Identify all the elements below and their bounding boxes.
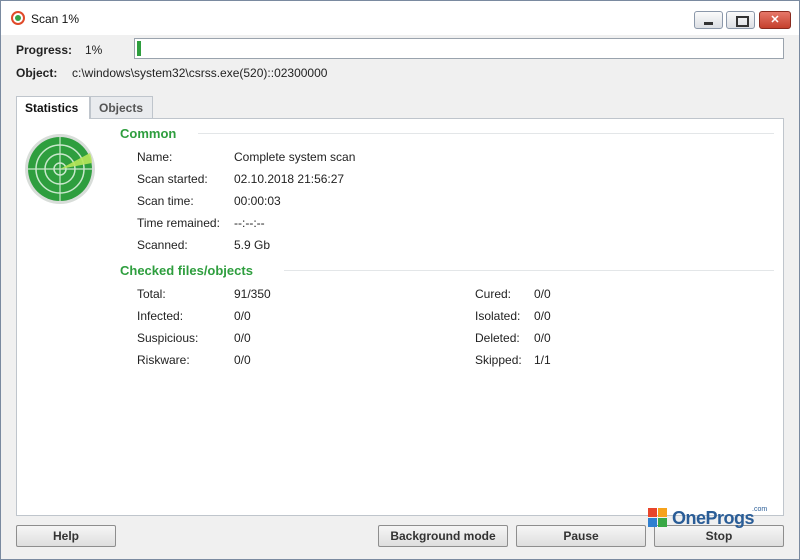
time-remained-label: Time remained: [137,216,220,230]
close-button[interactable]: ✕ [759,11,791,29]
infected-label: Infected: [137,309,184,323]
skipped-label: Skipped: [475,353,522,367]
watermark-text: OneProgs [672,508,755,528]
progress-percent: 1% [85,43,103,57]
help-button[interactable]: Help [16,525,116,547]
scan-started-value: 02.10.2018 21:56:27 [234,172,345,186]
pause-button[interactable]: Pause [516,525,646,547]
total-value: 91/350 [234,287,271,301]
app-icon [11,11,25,25]
scanned-value: 5.9 Gb [234,238,271,252]
time-remained-value: --:--:-- [234,216,265,230]
cured-value: 0/0 [534,287,551,301]
progress-label: Progress: [16,43,73,57]
scan-started-label: Scan started: [137,172,208,186]
common-divider [198,133,774,134]
deleted-value: 0/0 [534,331,551,345]
title-bar: Scan 1% ✕ [1,1,799,35]
skipped-value: 1/1 [534,353,551,367]
common-section-title: Common [120,126,177,141]
infected-value: 0/0 [234,309,251,323]
deleted-label: Deleted: [475,331,520,345]
tab-statistics[interactable]: Statistics [16,96,90,119]
scanned-label: Scanned: [137,238,188,252]
suspicious-label: Suspicious: [137,331,199,345]
progress-fill [135,39,143,58]
total-label: Total: [137,287,166,301]
cured-label: Cured: [475,287,512,301]
suspicious-value: 0/0 [234,331,251,345]
scan-time-value: 00:00:03 [234,194,281,208]
checked-divider [284,270,774,271]
maximize-button[interactable] [726,11,755,29]
isolated-label: Isolated: [475,309,521,323]
object-path: c:\windows\system32\csrss.exe(520)::0230… [72,66,328,80]
radar-icon [25,134,95,204]
riskware-value: 0/0 [234,353,251,367]
tab-objects[interactable]: Objects [90,96,153,118]
isolated-value: 0/0 [534,309,551,323]
scan-time-label: Scan time: [137,194,194,208]
window-title: Scan 1% [31,12,80,26]
watermark-logo: OneProgs .com [648,506,778,530]
name-label: Name: [137,150,173,164]
object-label: Object: [16,66,58,80]
progress-bar [134,38,784,59]
riskware-label: Riskware: [137,353,190,367]
name-value: Complete system scan [234,150,356,164]
minimize-button[interactable] [694,11,723,29]
checked-section-title: Checked files/objects [120,263,253,278]
statistics-panel [16,118,784,516]
background-mode-button[interactable]: Background mode [378,525,508,547]
watermark-suffix: .com [752,506,768,513]
